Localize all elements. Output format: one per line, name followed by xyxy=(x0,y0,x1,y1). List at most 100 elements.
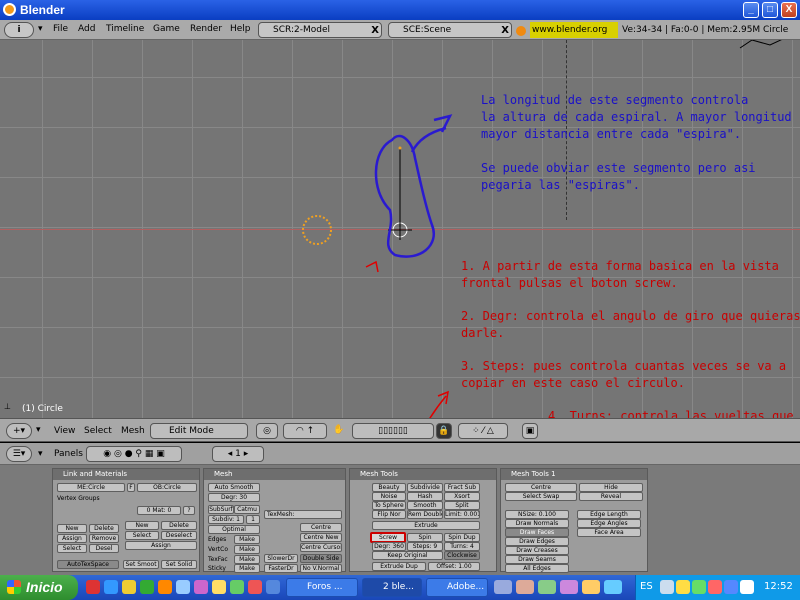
hash-button[interactable]: Hash xyxy=(407,492,443,501)
noise-button[interactable]: Noise xyxy=(372,492,406,501)
quicklaunch-icon-1[interactable] xyxy=(86,580,100,594)
subsurf-toggle[interactable]: SubSurf xyxy=(208,505,234,514)
draw-type-button[interactable]: ◎ xyxy=(256,423,278,439)
task-icon-2[interactable] xyxy=(516,580,534,594)
centre-cursor-button[interactable]: Centre Cursor xyxy=(300,543,342,552)
quicklaunch-icon-10[interactable] xyxy=(248,580,262,594)
faster-draw-button[interactable]: FasterDr xyxy=(264,564,298,573)
set-smooth-button[interactable]: Set Smoot xyxy=(123,560,159,569)
fake-user-button[interactable]: F xyxy=(127,483,135,492)
subdiv-render-field[interactable]: 1 xyxy=(246,515,260,524)
pivot-button[interactable]: ◠ ↑ xyxy=(283,423,327,439)
degr-field[interactable]: Degr: 30 xyxy=(208,493,260,502)
editor-type-button[interactable]: +▾ xyxy=(6,423,32,439)
autotexspace-toggle[interactable]: AutoTexSpace xyxy=(57,560,119,569)
subdiv-field[interactable]: Subdiv: 1 xyxy=(208,515,244,524)
xsort-button[interactable]: Xsort xyxy=(444,492,480,501)
flip-normals-button[interactable]: Flip Nor xyxy=(372,510,406,519)
beauty-toggle[interactable]: Beauty xyxy=(372,483,406,492)
close-button[interactable]: X xyxy=(781,2,797,18)
clockwise-toggle[interactable]: Clockwise xyxy=(444,551,480,560)
task-icon-6[interactable] xyxy=(604,580,622,594)
screen-selector[interactable]: SCR:2-Model X xyxy=(258,22,382,38)
degr-field[interactable]: Degr: 360 xyxy=(372,542,406,551)
tray-icon-5[interactable] xyxy=(724,580,738,594)
mode-selector[interactable]: Edit Mode xyxy=(150,423,248,439)
material-select-button[interactable]: Select xyxy=(125,531,159,540)
volume-icon[interactable] xyxy=(740,580,754,594)
optimal-toggle[interactable]: Optimal xyxy=(208,525,260,534)
face-area-toggle[interactable]: Face Area xyxy=(577,528,641,537)
task-foros[interactable]: Foros ... xyxy=(286,578,358,597)
task-icon-1[interactable] xyxy=(494,580,512,594)
menu-view[interactable]: View xyxy=(54,426,75,436)
all-edges-toggle[interactable]: All Edges xyxy=(505,564,569,573)
draw-faces-toggle[interactable]: Draw Faces xyxy=(505,528,569,537)
task-icon-4[interactable] xyxy=(560,580,578,594)
rem-doubles-button[interactable]: Rem Doubles xyxy=(407,510,443,519)
vgroup-select-button[interactable]: Select xyxy=(57,544,87,553)
menu-select[interactable]: Select xyxy=(84,426,112,436)
menu-help[interactable]: Help xyxy=(230,24,251,34)
task-icon-3[interactable] xyxy=(538,580,556,594)
tray-icon-3[interactable] xyxy=(692,580,706,594)
delete-screen-icon[interactable]: X xyxy=(371,24,379,38)
keep-original-toggle[interactable]: Keep Original xyxy=(372,551,443,560)
offset-field[interactable]: Offset: 1.00 xyxy=(428,562,480,571)
task-icon-5[interactable] xyxy=(582,580,600,594)
menu-timeline[interactable]: Timeline xyxy=(106,24,144,34)
centre-button[interactable]: Centre xyxy=(505,483,577,492)
object-name-field[interactable]: OB:Circle xyxy=(137,483,197,492)
vgroup-assign-button[interactable]: Assign xyxy=(57,534,87,543)
edge-length-toggle[interactable]: Edge Length xyxy=(577,510,641,519)
nsize-field[interactable]: NSize: 0.100 xyxy=(505,510,569,519)
quicklaunch-icon-8[interactable] xyxy=(212,580,226,594)
double-sided-toggle[interactable]: Double Side xyxy=(300,554,342,563)
make-vertco-button[interactable]: Make xyxy=(234,545,260,554)
extrude-dup-button[interactable]: Extrude Dup xyxy=(372,562,426,571)
lock-icon[interactable]: 🔒 xyxy=(436,423,452,439)
vgroup-new-button[interactable]: New xyxy=(57,524,87,533)
slower-draw-button[interactable]: SlowerDr xyxy=(264,554,298,563)
3d-viewport[interactable]: La longitud de este segmento controla la… xyxy=(0,40,800,418)
tray-icon-1[interactable] xyxy=(660,580,674,594)
editor-type-button-2[interactable]: ☰▾ xyxy=(6,446,32,462)
reveal-button[interactable]: Reveal xyxy=(579,492,643,501)
draw-normals-toggle[interactable]: Draw Normals xyxy=(505,519,569,528)
smooth-button[interactable]: Smooth xyxy=(407,501,443,510)
website-link[interactable]: www.blender.org 236 xyxy=(530,22,618,51)
menu-game[interactable]: Game xyxy=(153,24,180,34)
fract-subd-button[interactable]: Fract Sub xyxy=(444,483,480,492)
render-preview-icon[interactable]: ▣ xyxy=(522,423,538,439)
auto-smooth-toggle[interactable]: Auto Smooth xyxy=(208,483,260,492)
draw-edges-toggle[interactable]: Draw Edges xyxy=(505,537,569,546)
quicklaunch-icon-11[interactable] xyxy=(266,580,280,594)
task-adobe[interactable]: Adobe... xyxy=(426,578,488,597)
quicklaunch-icon-9[interactable] xyxy=(230,580,244,594)
material-help-button[interactable]: ? xyxy=(183,506,195,515)
spin-dup-button[interactable]: Spin Dup xyxy=(444,533,480,542)
quicklaunch-icon-5[interactable] xyxy=(158,580,172,594)
select-swap-button[interactable]: Select Swap xyxy=(505,492,577,501)
extrude-button[interactable]: Extrude xyxy=(372,521,480,530)
set-solid-button[interactable]: Set Solid xyxy=(161,560,197,569)
turns-field[interactable]: Turns: 4 xyxy=(444,542,480,551)
menu-mesh[interactable]: Mesh xyxy=(121,426,145,436)
vgroup-deselect-button[interactable]: Desel xyxy=(89,544,119,553)
mesh-name-field[interactable]: ME:Circle xyxy=(57,483,125,492)
start-button[interactable]: Inicio xyxy=(0,575,78,600)
menu-render[interactable]: Render xyxy=(190,24,222,34)
minimize-button[interactable]: _ xyxy=(743,2,759,18)
centre-new-button[interactable]: Centre New xyxy=(300,533,342,542)
material-assign-button[interactable]: Assign xyxy=(125,541,197,550)
material-delete-button[interactable]: Delete xyxy=(161,521,197,530)
to-sphere-button[interactable]: To Sphere xyxy=(372,501,406,510)
make-texface-button[interactable]: Make xyxy=(234,555,260,564)
quicklaunch-icon-6[interactable] xyxy=(176,580,190,594)
limit-field[interactable]: Limit: 0.001 xyxy=(444,510,480,519)
vgroup-remove-button[interactable]: Remove xyxy=(89,534,119,543)
no-vnormal-flip-toggle[interactable]: No V.Normal xyxy=(300,564,342,573)
spin-button[interactable]: Spin xyxy=(407,533,443,542)
frame-field[interactable]: ◂ 1 ▸ xyxy=(212,446,264,462)
select-mode-buttons[interactable]: ⁘ ⁄ △ xyxy=(458,423,508,439)
